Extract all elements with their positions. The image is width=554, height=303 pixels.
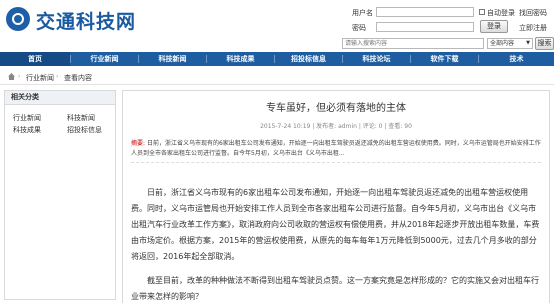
article-meta: 2015-7-24 10:19 | 发布者: admin | 评论: 0 | 查… [260,123,412,130]
chevron-right-icon: › [56,73,59,80]
sidebar-heading: 相关分类 [5,91,115,105]
article: 专车虽好，但必须有落地的主体 2015-7-24 10:19 | 发布者: ad… [122,90,550,303]
summary-label: 摘要: [131,140,146,147]
main-nav: 首页 行业新闻 科技新闻 科技成果 招投标信息 科技论坛 软件下载 技术 [0,52,554,66]
username-label: 用户名 [352,9,373,17]
sidebar-link-tech-news[interactable]: 科技新闻 [67,113,95,123]
site-title: 交通科技网 [36,11,137,33]
auto-login-checkbox[interactable] [479,9,485,15]
forgot-password-link[interactable]: 找回密码 [519,8,547,18]
breadcrumb-item[interactable]: 行业新闻 [26,73,54,83]
username-input[interactable] [376,7,474,17]
sidebar-link-industry-news[interactable]: 行业新闻 [13,113,41,123]
nav-item-bidding[interactable]: 招投标信息 [275,52,342,66]
nav-item-home[interactable]: 首页 [0,52,70,66]
nav-item-forum[interactable]: 科技论坛 [343,52,410,66]
search-scope-value: 全部内容 [490,40,515,47]
breadcrumb-current: 查看内容 [64,74,92,82]
nav-item-tech-results[interactable]: 科技成果 [207,52,274,66]
auto-login-label: 自动登录 [487,9,515,17]
sidebar-link-tech-results[interactable]: 科技成果 [13,125,41,135]
password-label: 密码 [352,24,366,32]
search-button[interactable]: 搜索 [535,37,554,50]
nav-item-tech-news[interactable]: 科技新闻 [139,52,206,66]
nav-item-tech[interactable]: 技术 [479,52,554,66]
sidebar: 相关分类 行业新闻 科技新闻 科技成果 招投标信息 [4,90,116,300]
breadcrumb: › 行业新闻 › 查看内容 [0,70,554,85]
home-icon[interactable] [8,73,15,80]
password-input[interactable] [376,22,474,32]
article-paragraph: 截至目前，改革的种种做法不断得到出租车驾驶员点赞。这一方案究竟是怎样形成的？它的… [131,276,539,301]
login-button[interactable]: 登录 [480,20,508,33]
register-link[interactable]: 立即注册 [519,23,547,33]
search-scope-select[interactable]: 全部内容 ▼ [487,38,533,49]
nav-item-industry-news[interactable]: 行业新闻 [71,52,138,66]
nav-item-software[interactable]: 软件下载 [411,52,478,66]
article-summary: 摘要: 日前，浙江省义乌市现有的6家出租车公司发布通知，开始逐一向出租车驾驶员返… [131,139,541,163]
article-title: 专车虽好，但必须有落地的主体 [266,103,406,114]
article-paragraph: 日前，浙江省义乌市现有的6家出租车公司发布通知，开始逐一向出租车驾驶员返还减免的… [131,188,540,261]
chevron-down-icon: ▼ [526,40,530,46]
summary-text: 日前，浙江省义乌市现有的6家出租车公司发布通知，开始逐一向出租车驾驶员返还减免的… [131,140,541,157]
summary-more-link[interactable]: ... [339,150,345,157]
chevron-right-icon: › [18,73,21,80]
sidebar-link-bidding[interactable]: 招投标信息 [67,125,102,135]
logo-emblem-icon [6,7,30,31]
site-logo[interactable]: 交通科技网 [6,6,166,33]
search-input[interactable] [342,38,484,49]
